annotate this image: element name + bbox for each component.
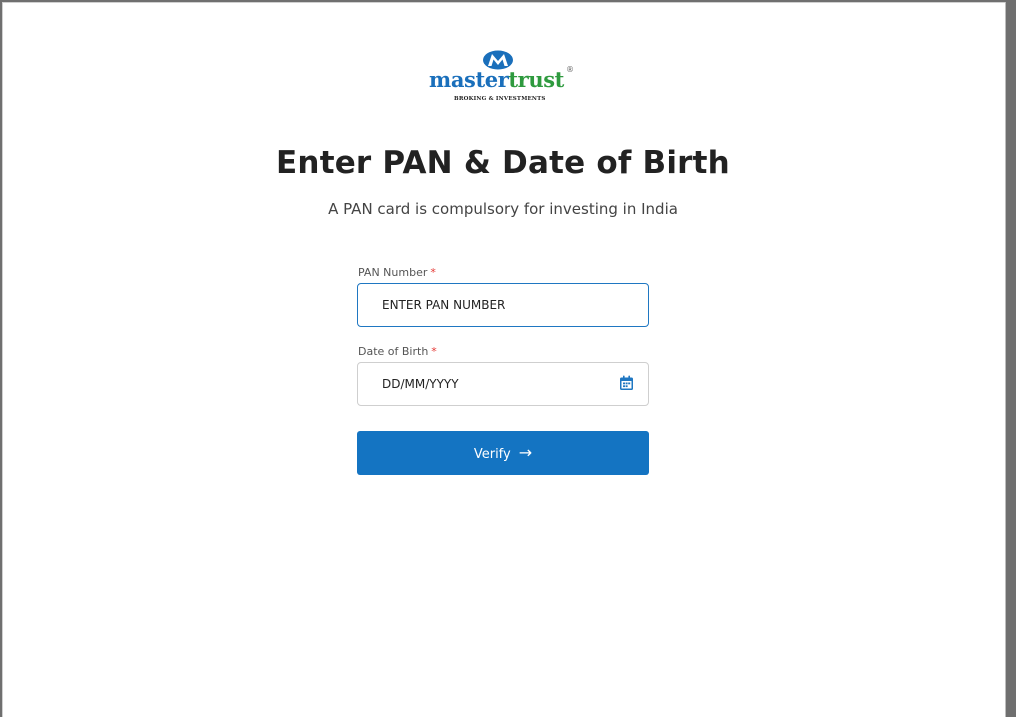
verify-label: Verify bbox=[473, 447, 511, 462]
mastertrust-logo: mastertrust ® BROKING & INVESTMENTS bbox=[425, 50, 585, 106]
pan-required-mark: * bbox=[430, 266, 436, 279]
logo-wordmark: mastertrust bbox=[429, 68, 564, 92]
pan-input[interactable]: ENTER PAN NUMBER bbox=[357, 283, 649, 327]
page-subtitle: A PAN card is compulsory for investing i… bbox=[328, 200, 678, 218]
dob-required-mark: * bbox=[431, 345, 437, 358]
verify-button[interactable]: Verify → bbox=[357, 431, 649, 475]
window-frame bbox=[0, 0, 1016, 717]
dob-input-value: DD/MM/YYYY bbox=[382, 377, 459, 391]
logo-word-trust: trust bbox=[508, 67, 564, 92]
dob-label: Date of Birth * bbox=[358, 345, 437, 358]
dob-label-text: Date of Birth bbox=[358, 345, 429, 358]
registered-mark: ® bbox=[566, 65, 574, 74]
calendar-icon[interactable] bbox=[619, 375, 634, 391]
pan-label: PAN Number * bbox=[358, 266, 436, 279]
pan-label-text: PAN Number bbox=[358, 266, 428, 279]
logo-tagline: BROKING & INVESTMENTS bbox=[454, 96, 546, 102]
pan-input-value: ENTER PAN NUMBER bbox=[382, 298, 506, 312]
page-title: Enter PAN & Date of Birth bbox=[276, 145, 730, 181]
arrow-right-icon: → bbox=[518, 443, 533, 462]
dob-input[interactable]: DD/MM/YYYY bbox=[357, 362, 649, 406]
logo-word-master: master bbox=[429, 67, 509, 92]
